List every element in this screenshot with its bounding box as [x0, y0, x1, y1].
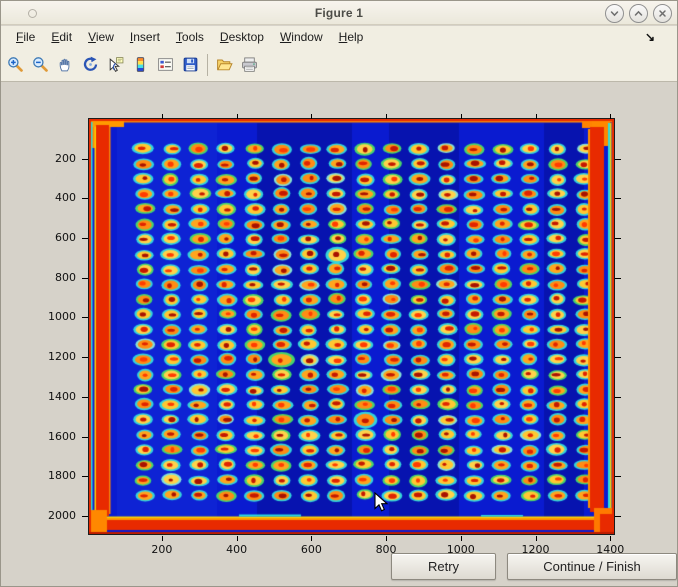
- zoom-out-icon: [32, 56, 49, 73]
- x-tick-mark: [237, 536, 238, 541]
- window-title: Figure 1: [1, 6, 677, 20]
- menu-bar: File Edit View Insert Tools Desktop Wind…: [1, 26, 677, 48]
- y-tick-label: 200: [32, 152, 76, 165]
- y-tick-mark: [82, 278, 88, 279]
- y-tick-label: 2000: [32, 509, 76, 522]
- x-tick-label: 200: [140, 543, 184, 556]
- x-tick-mark: [162, 536, 163, 541]
- data-cursor-icon: [107, 56, 124, 73]
- y-tick-mark-right: [615, 278, 621, 279]
- x-tick-mark-top: [610, 114, 611, 119]
- x-tick-label: 400: [215, 543, 259, 556]
- y-tick-mark-right: [615, 516, 621, 517]
- rotate-3d-icon: [82, 56, 99, 73]
- menu-view[interactable]: View: [80, 27, 122, 47]
- window-icon: [28, 9, 37, 18]
- x-tick-mark: [461, 536, 462, 541]
- y-tick-mark: [82, 357, 88, 358]
- x-tick-mark: [386, 536, 387, 541]
- y-tick-label: 1800: [32, 469, 76, 482]
- close-button[interactable]: [653, 4, 672, 23]
- y-tick-mark-right: [615, 159, 621, 160]
- x-tick-mark-top: [386, 114, 387, 119]
- x-tick-label: 1200: [514, 543, 558, 556]
- y-tick-mark: [82, 238, 88, 239]
- dock-figure-arrow-icon[interactable]: ↘: [645, 30, 655, 44]
- title-bar: Figure 1: [1, 1, 677, 25]
- x-tick-label: 1400: [588, 543, 632, 556]
- y-tick-mark: [82, 317, 88, 318]
- y-tick-label: 800: [32, 271, 76, 284]
- window-controls: [605, 4, 672, 23]
- menu-desktop[interactable]: Desktop: [212, 27, 272, 47]
- minimize-icon: [609, 8, 620, 19]
- print-button[interactable]: [237, 52, 262, 78]
- menu-file[interactable]: File: [8, 27, 43, 47]
- y-tick-label: 400: [32, 191, 76, 204]
- y-tick-mark: [82, 437, 88, 438]
- y-tick-label: 600: [32, 231, 76, 244]
- maximize-icon: [633, 8, 644, 19]
- y-tick-mark-right: [615, 397, 621, 398]
- close-icon: [657, 8, 668, 19]
- rotate-3d-button[interactable]: [78, 52, 103, 78]
- x-tick-mark-top: [162, 114, 163, 119]
- colorbar-icon: [132, 56, 149, 73]
- open-folder-icon: [216, 56, 233, 73]
- menu-edit[interactable]: Edit: [43, 27, 80, 47]
- pan-button[interactable]: [53, 52, 78, 78]
- save-icon: [182, 56, 199, 73]
- legend-icon: [157, 56, 174, 73]
- legend-button[interactable]: [153, 52, 178, 78]
- y-tick-mark-right: [615, 476, 621, 477]
- y-tick-label: 1400: [32, 390, 76, 403]
- print-icon: [241, 56, 258, 73]
- matlab-figure-window: Figure 1 File Edit View Insert: [0, 0, 678, 587]
- zoom-in-icon: [7, 56, 24, 73]
- y-tick-label: 1000: [32, 310, 76, 323]
- figure-toolbar: [1, 48, 677, 82]
- x-tick-mark-top: [461, 114, 462, 119]
- save-button[interactable]: [178, 52, 203, 78]
- menu-insert[interactable]: Insert: [122, 27, 168, 47]
- heatmap-image[interactable]: [88, 118, 615, 535]
- x-tick-label: 1000: [439, 543, 483, 556]
- figure-canvas-area: Retry Continue / Finish 200 400 600 800 1000…: [1, 82, 678, 587]
- open-file-button[interactable]: [212, 52, 237, 78]
- y-tick-mark-right: [615, 317, 621, 318]
- y-tick-mark: [82, 198, 88, 199]
- data-cursor-button[interactable]: [103, 52, 128, 78]
- menu-window[interactable]: Window: [272, 27, 331, 47]
- y-tick-label: 1200: [32, 350, 76, 363]
- colorbar-button[interactable]: [128, 52, 153, 78]
- x-tick-mark: [311, 536, 312, 541]
- x-tick-mark: [610, 536, 611, 541]
- y-tick-mark: [82, 397, 88, 398]
- toolbar-separator: [207, 54, 208, 76]
- x-tick-mark: [536, 536, 537, 541]
- minimize-button[interactable]: [605, 4, 624, 23]
- zoom-in-button[interactable]: [3, 52, 28, 78]
- x-tick-mark-top: [311, 114, 312, 119]
- x-tick-mark-top: [536, 114, 537, 119]
- pan-hand-icon: [57, 56, 74, 73]
- maximize-button[interactable]: [629, 4, 648, 23]
- retry-button[interactable]: Retry: [391, 553, 496, 580]
- menu-help[interactable]: Help: [331, 27, 372, 47]
- y-tick-mark-right: [615, 357, 621, 358]
- x-tick-label: 600: [289, 543, 333, 556]
- y-tick-mark-right: [615, 198, 621, 199]
- y-tick-mark-right: [615, 437, 621, 438]
- continue-finish-button[interactable]: Continue / Finish: [507, 553, 677, 580]
- menu-tools[interactable]: Tools: [168, 27, 212, 47]
- zoom-out-button[interactable]: [28, 52, 53, 78]
- x-tick-label: 800: [364, 543, 408, 556]
- y-tick-mark-right: [615, 238, 621, 239]
- x-tick-mark-top: [237, 114, 238, 119]
- y-tick-mark: [82, 476, 88, 477]
- y-tick-mark: [82, 516, 88, 517]
- y-tick-mark: [82, 159, 88, 160]
- y-tick-label: 1600: [32, 430, 76, 443]
